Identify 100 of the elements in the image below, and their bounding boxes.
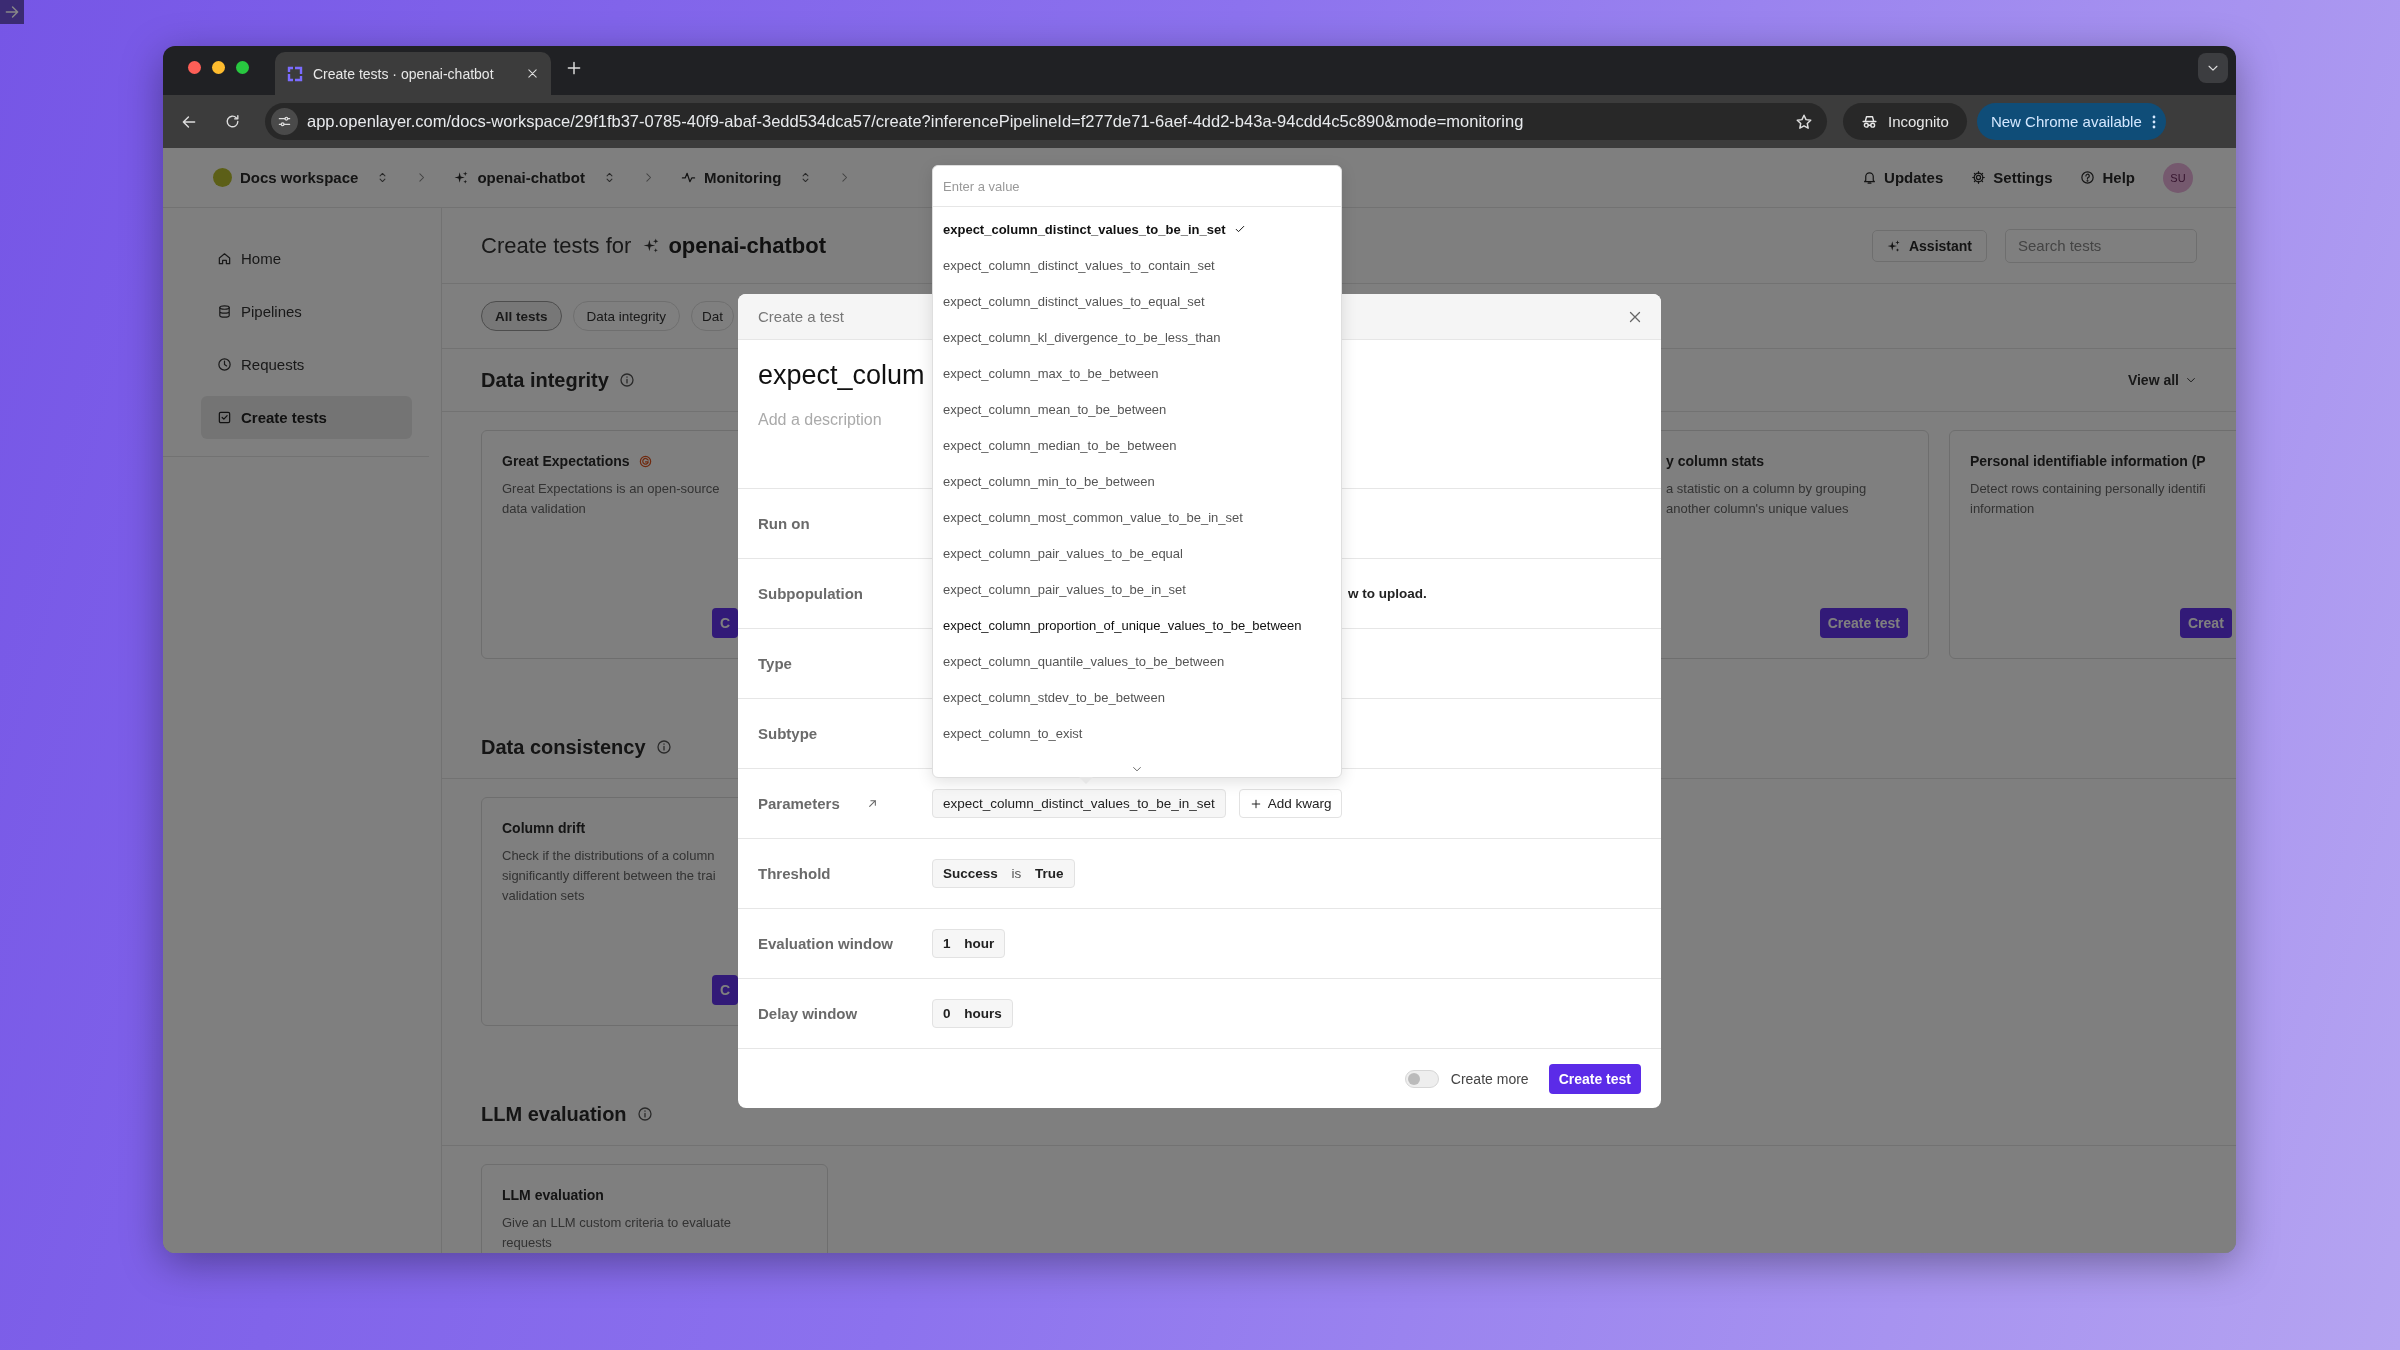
topbar-link[interactable]: Settings [1971, 169, 2053, 186]
incognito-button[interactable]: Incognito [1843, 103, 1967, 140]
dropdown-option[interactable]: expect_column_pair_values_to_be_equal [933, 535, 1341, 571]
forward-arrow-icon [3, 3, 21, 21]
card-description: Great Expectations is an open-source [502, 480, 720, 498]
card-description: Detect rows containing personally identifi [1970, 480, 2206, 498]
update-chrome-button[interactable]: New Chrome available [1976, 103, 2166, 140]
card-description: another column's unique values [1666, 500, 1849, 518]
search-field[interactable]: Search tests [2005, 228, 2197, 263]
checkbox-icon [217, 410, 232, 425]
pulse-icon [680, 170, 696, 185]
card-title: LLM evaluation [502, 1187, 604, 1203]
section-title: LLM evaluation [481, 1102, 627, 1126]
sidebar-item[interactable]: Pipelines [201, 290, 412, 333]
tab-search-button[interactable] [2198, 52, 2228, 83]
sidebar-item[interactable]: Home [201, 237, 412, 280]
view-all-button[interactable]: View all [2127, 372, 2197, 388]
parameter-chip[interactable]: expect_column_distinct_values_to_be_in_set [932, 789, 1226, 818]
close-tab-button[interactable] [526, 67, 539, 80]
plus-icon [1249, 797, 1262, 810]
kebab-icon [2151, 114, 2156, 129]
assistant-button[interactable]: Assistant [1871, 229, 1987, 262]
window-close-button[interactable] [188, 61, 201, 74]
field-label: Evaluation window [758, 935, 893, 952]
sidebar-item[interactable]: Create tests [201, 396, 412, 439]
field-label: Run on [758, 515, 810, 532]
create-more-toggle[interactable] [1404, 1069, 1439, 1088]
clock-icon [217, 357, 232, 372]
add-kwarg-button[interactable]: Add kwarg [1238, 789, 1343, 818]
dropdown-option[interactable]: expect_column_proportion_of_unique_values_to_be_between [933, 607, 1341, 643]
site-settings-button[interactable] [271, 108, 298, 135]
toggle-label: Create more [1450, 1070, 1529, 1087]
field-label: Parameters [758, 795, 840, 812]
filter-chip[interactable]: All tests [481, 301, 562, 331]
card-title: Column drift [502, 820, 586, 836]
check-icon [1233, 223, 1246, 235]
window-minimize-button[interactable] [212, 61, 225, 74]
close-icon [526, 67, 539, 80]
project-name: openai-chatbot [668, 232, 827, 259]
window-zoom-button[interactable] [236, 61, 249, 74]
dropdown-option[interactable]: expect_column_quantile_values_to_be_between [933, 643, 1341, 679]
card-description: information [1970, 500, 2035, 518]
database-icon [217, 304, 232, 319]
info-icon [655, 739, 672, 755]
breadcrumb-item[interactable]: openai-chatbot [454, 169, 616, 186]
g-logo-icon [637, 453, 653, 469]
sidebar-item[interactable]: Requests [201, 343, 412, 386]
dropdown-option[interactable]: expect_column_distinct_values_to_contain_set [933, 247, 1341, 283]
dropdown-option[interactable]: expect_column_mean_to_be_between [933, 391, 1341, 427]
dropdown-option[interactable]: expect_column_distinct_values_to_be_in_set [933, 211, 1341, 247]
topbar-link[interactable]: Updates [1862, 169, 1944, 186]
breadcrumb-item[interactable]: Monitoring [680, 169, 813, 186]
home-icon [217, 251, 232, 266]
browser-tab[interactable]: Create tests · openai-chatbot [275, 52, 551, 95]
card-title: Personal identifiable information (P [1970, 453, 2206, 469]
create-test-button[interactable]: Create test [1548, 1063, 1641, 1094]
field-label: Type [758, 655, 792, 672]
dropdown-option[interactable]: expect_column_min_to_be_between [933, 463, 1341, 499]
sliders-icon [277, 114, 292, 129]
card-description: requests [502, 1234, 552, 1252]
dropdown-option[interactable]: expect_column_pair_values_to_be_in_set [933, 571, 1341, 607]
field-text: w to upload. [1348, 586, 1427, 601]
breadcrumb-item[interactable]: Docs workspace [213, 168, 390, 187]
star-icon [1795, 112, 1813, 131]
section-title: Data consistency [481, 735, 646, 759]
info-icon [636, 1106, 653, 1122]
card-description: Give an LLM custom criteria to evaluate [502, 1214, 732, 1232]
dropdown-option[interactable]: expect_column_kl_divergence_to_be_less_than [933, 319, 1341, 355]
card-description: data validation [502, 500, 586, 518]
dialog-title: Create a test [758, 308, 844, 325]
dropdown-option[interactable]: expect_column_median_to_be_between [933, 427, 1341, 463]
section-title: Data integrity [481, 368, 609, 392]
dropdown-option[interactable]: expect_column_most_common_value_to_be_in_set [933, 499, 1341, 535]
value-selector[interactable]: 0 hours [932, 999, 1013, 1028]
value-selector[interactable]: 1 hour [932, 929, 1006, 958]
bell-icon [1862, 170, 1878, 185]
info-icon [618, 372, 635, 388]
dropdown-option[interactable]: expect_column_distinct_values_to_equal_set [933, 283, 1341, 319]
field-label: Subpopulation [758, 585, 863, 602]
card-description: a statistic on a column by grouping [1666, 480, 1867, 498]
card-description: significantly different between the trai [502, 867, 716, 885]
field-label: Delay window [758, 1005, 858, 1022]
dropdown-option[interactable]: expect_column_max_to_be_between [933, 355, 1341, 391]
card-description: Check if the distributions of a column [502, 847, 715, 865]
field-label: Threshold [758, 865, 831, 882]
page-title: Create tests for [481, 232, 632, 259]
card-title: y column stats [1666, 453, 1765, 469]
card-title: Great Expectations [502, 453, 630, 469]
field-label: Subtype [758, 725, 818, 742]
address-bar[interactable]: app.openlayer.com/docs-workspace/29f1fb37-0785-40f9-abaf-3edd534dca57/create?inferencePipelineId=f277de71-6aef-4dd2-b43a-94cdd4c5c890&mode=monitoring [265, 103, 1827, 140]
settings-icon [1971, 170, 1987, 185]
value-selector[interactable]: Success is True [932, 859, 1075, 888]
topbar-link[interactable]: Help [2080, 169, 2135, 186]
forward-button[interactable] [0, 0, 24, 24]
dropdown-option[interactable]: expect_column_to_exist [933, 715, 1341, 751]
dropdown-search-field[interactable]: Enter a value [933, 166, 1341, 207]
help-icon [2080, 170, 2096, 185]
incognito-icon [1861, 113, 1878, 130]
card-description: validation sets [502, 887, 585, 905]
dropdown-option[interactable]: expect_column_stdev_to_be_between [933, 679, 1341, 715]
